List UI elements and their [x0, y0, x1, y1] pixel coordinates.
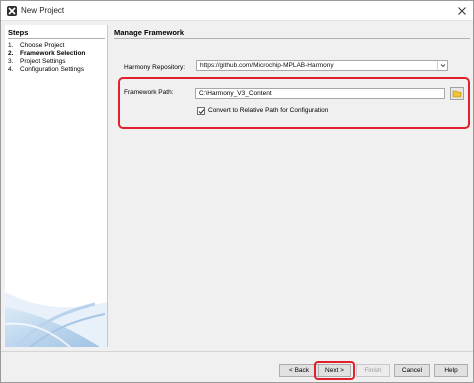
framework-path-label: Framework Path: — [124, 89, 174, 96]
back-button[interactable]: < Back — [279, 364, 319, 377]
framework-path-value: C:\Harmony_V3_Content — [199, 90, 272, 97]
wizard-footer: < Back Next > Finish Cancel Help — [1, 351, 473, 382]
help-button[interactable]: Help — [434, 364, 468, 377]
cancel-button[interactable]: Cancel — [394, 364, 430, 377]
step-item-active: 2. Framework Selection — [8, 50, 86, 57]
step-item: 1. Choose Project — [8, 42, 65, 49]
main-panel: Manage Framework Harmony Repository: htt… — [111, 25, 473, 347]
checkmark-icon — [198, 109, 205, 115]
steps-panel: Steps 1. Choose Project 2. Framework Selec… — [5, 25, 108, 347]
steps-list: 1. Choose Project 2. Framework Selection 3… — [8, 42, 85, 74]
convert-relative-checkbox[interactable] — [197, 107, 205, 115]
title-bar: New Project — [1, 1, 473, 21]
steps-divider — [8, 38, 105, 39]
netbeans-icon — [7, 6, 17, 16]
page-title: Manage Framework — [114, 28, 185, 37]
folder-icon — [452, 90, 462, 98]
window-title: New Project — [21, 6, 65, 15]
steps-title: Steps — [8, 28, 29, 37]
title-divider — [114, 38, 470, 39]
close-icon[interactable] — [456, 5, 468, 17]
new-project-window: New Project Steps 1. Choose Project 2. Fra… — [0, 0, 474, 383]
repository-value: https://github.com/Microchip-MPLAB-Harmo… — [200, 62, 334, 69]
browse-button[interactable] — [450, 87, 464, 100]
repository-select[interactable]: https://github.com/Microchip-MPLAB-Harmo… — [196, 60, 448, 71]
step-item: 3. Project Settings — [8, 58, 66, 65]
framework-path-highlight — [118, 77, 470, 129]
step-item: 4. Configuration Settings — [8, 66, 84, 73]
repository-label: Harmony Repository: — [124, 64, 186, 71]
chevron-down-icon[interactable] — [437, 61, 447, 70]
next-button-highlight — [314, 361, 355, 380]
convert-relative-label: Convert to Relative Path for Configurati… — [208, 107, 329, 114]
wizard-decoration-graphic — [5, 292, 107, 347]
framework-path-input[interactable]: C:\Harmony_V3_Content — [195, 88, 445, 99]
finish-button[interactable]: Finish — [356, 364, 390, 377]
